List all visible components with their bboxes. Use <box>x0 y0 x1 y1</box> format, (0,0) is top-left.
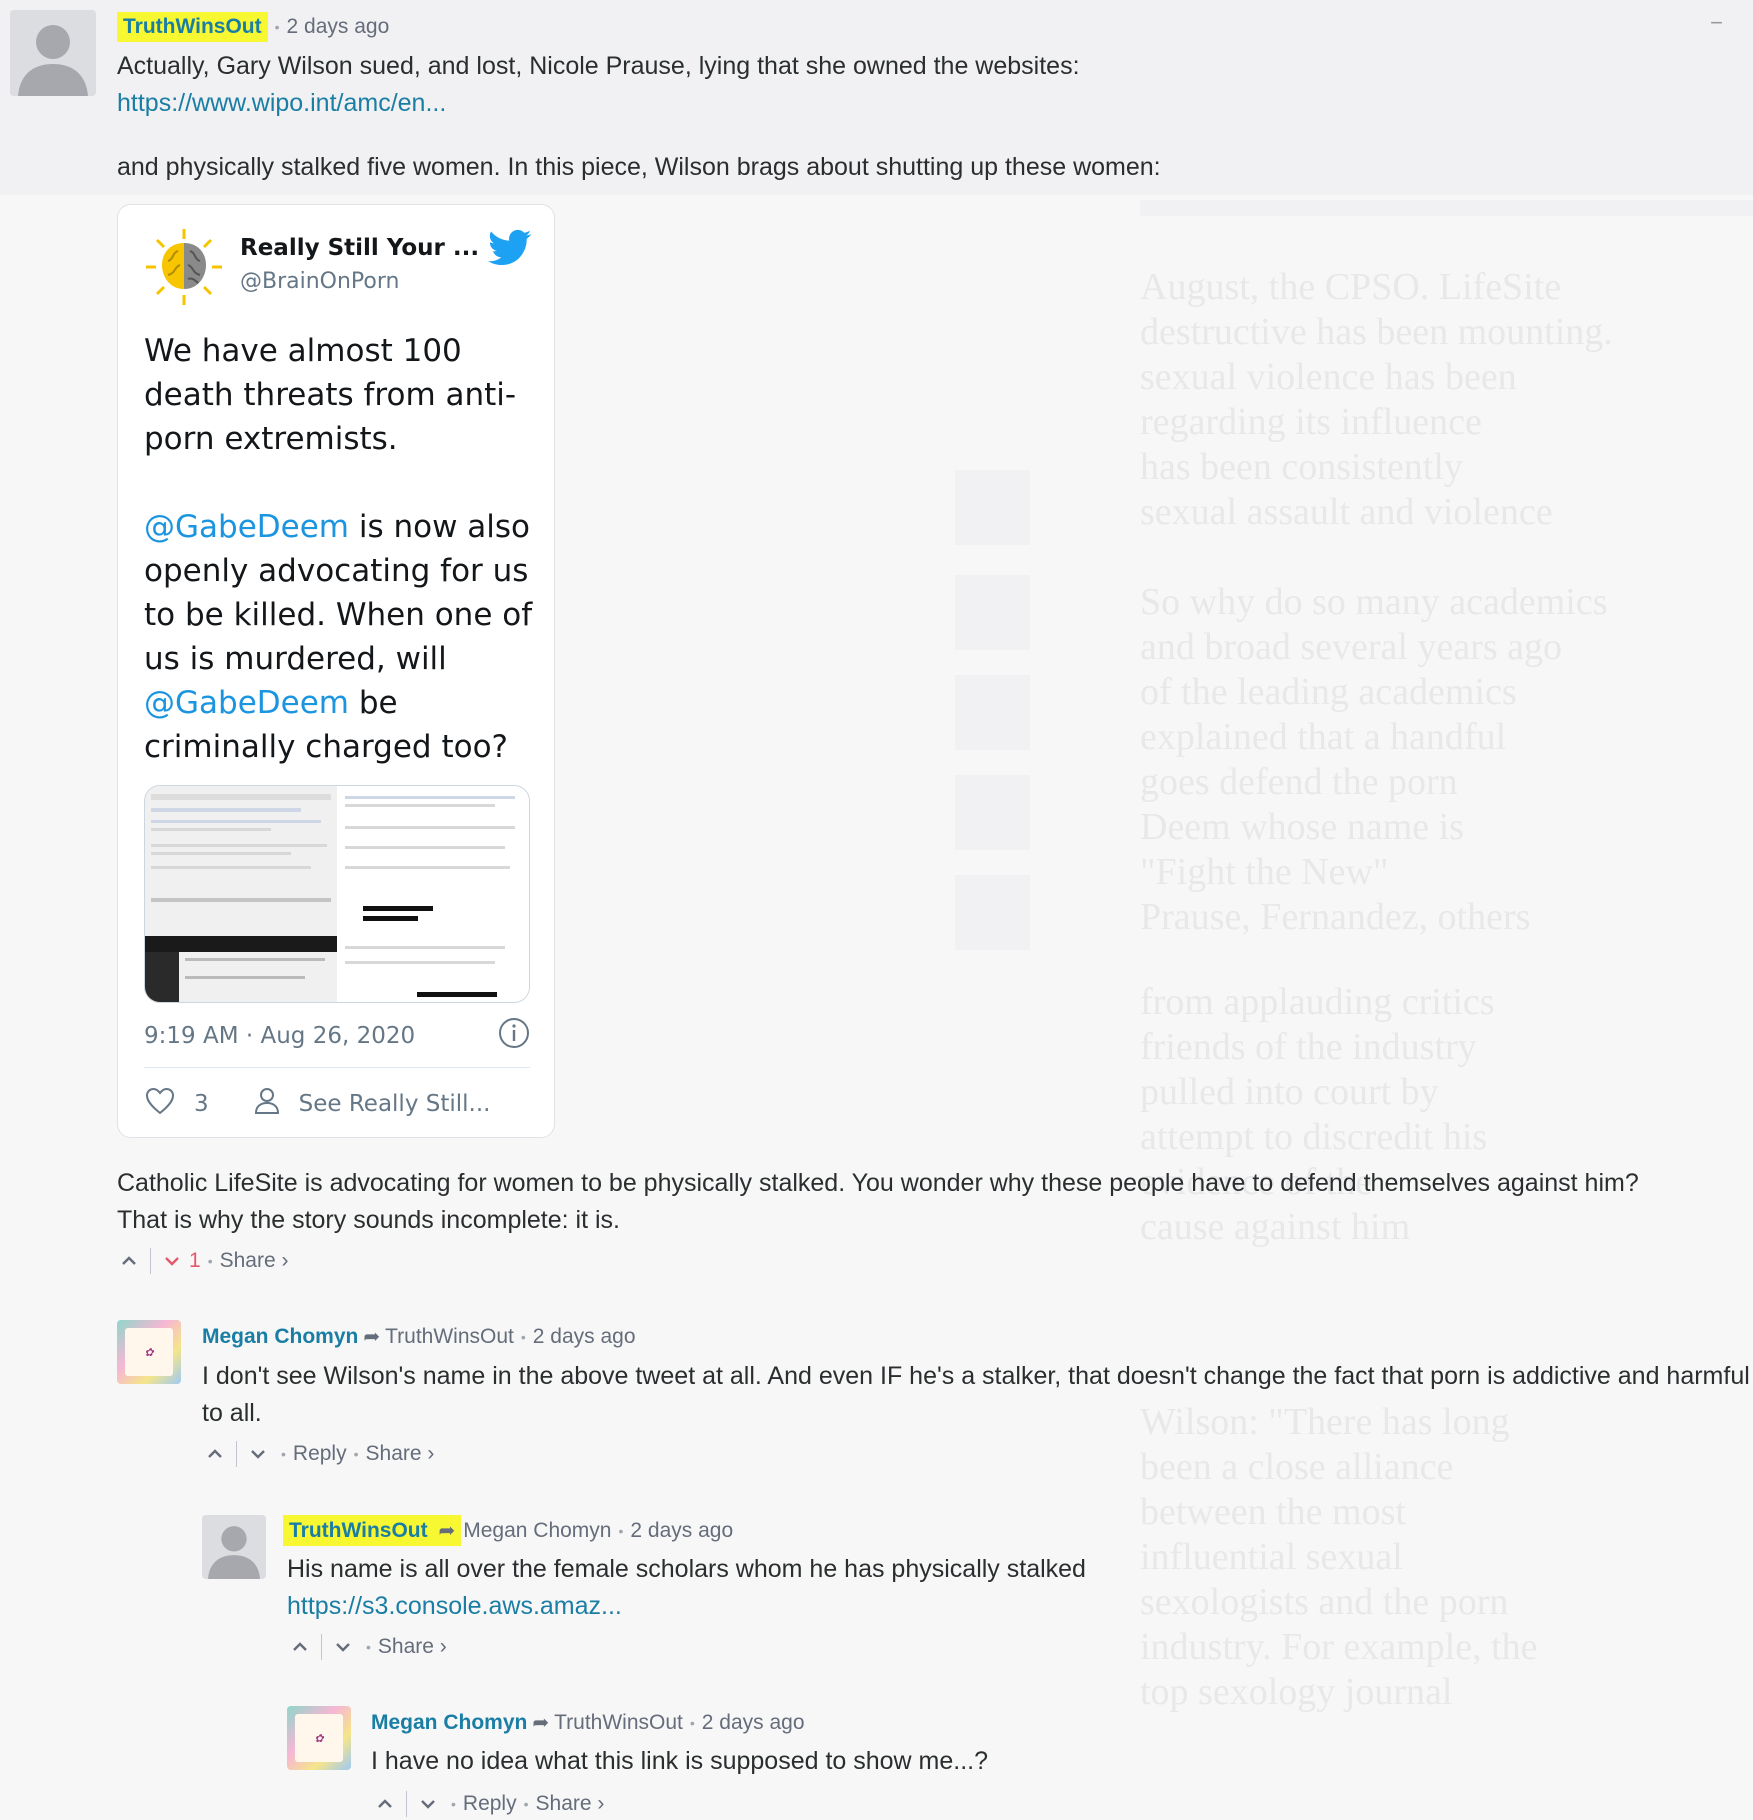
comment-link[interactable]: https://www.wipo.int/amc/en... <box>117 89 446 117</box>
separator-dot: • <box>520 1328 526 1345</box>
reply-arrow-icon: ➦ <box>532 1712 550 1734</box>
downvote-count: 1 <box>189 1249 201 1272</box>
reply-arrow-icon: ➦ <box>363 1326 381 1348</box>
separator-dot: • <box>207 1253 213 1269</box>
comment-meta: TruthWinsOut • 2 days ago <box>117 12 389 42</box>
comment-text: That is why the story sounds incomplete:… <box>117 1206 620 1234</box>
comment-text: I have no idea what this link is suppose… <box>371 1747 989 1775</box>
comment-text: Catholic LifeSite is advocating for wome… <box>117 1169 1639 1197</box>
like-count: 3 <box>194 1091 209 1117</box>
comment-meta: Megan Chomyn ➦ TruthWinsOut • 2 days ago <box>202 1324 636 1349</box>
downvote-chevron-icon[interactable] <box>419 1795 437 1813</box>
tweet-timestamp[interactable]: 9:19 AM · Aug 26, 2020 <box>144 1023 415 1049</box>
author-name[interactable]: Megan Chomyn <box>202 1325 358 1349</box>
tweet-mention[interactable]: @GabeDeem <box>144 509 349 545</box>
downvote-chevron-icon[interactable] <box>334 1638 352 1656</box>
reply-arrow-icon: ➦ <box>438 1520 456 1542</box>
brain-logo-icon[interactable] <box>144 227 224 307</box>
vote-separator <box>150 1248 151 1274</box>
comment-text: I don't see Wilson's name in the above t… <box>202 1362 1750 1427</box>
separator-dot: • <box>353 1446 359 1462</box>
tweet-mention[interactable]: @GabeDeem <box>144 685 349 721</box>
reply-to-name[interactable]: TruthWinsOut <box>385 1325 514 1349</box>
separator-dot: • <box>618 1522 624 1539</box>
comment-actions: • Reply • Share › <box>376 1791 604 1817</box>
megan-avatar-icon[interactable]: ✿ <box>117 1320 181 1384</box>
user-silhouette-icon <box>10 10 96 96</box>
separator-dot: • <box>689 1714 695 1731</box>
comment-body: Catholic LifeSite is advocating for wome… <box>117 1165 1747 1239</box>
timestamp[interactable]: 2 days ago <box>630 1519 733 1543</box>
vote-separator <box>406 1791 407 1817</box>
see-more-link[interactable]: See Really Still... <box>299 1091 491 1117</box>
comment-actions: • Reply • Share › <box>206 1441 434 1467</box>
comment-meta: Megan Chomyn ➦ TruthWinsOut • 2 days ago <box>371 1710 805 1735</box>
comment-link[interactable]: https://s3.console.aws.amaz... <box>287 1592 622 1620</box>
separator-dot: • <box>451 1796 456 1812</box>
upvote-chevron-icon[interactable] <box>206 1445 224 1463</box>
reply-to-name[interactable]: TruthWinsOut <box>554 1711 683 1735</box>
info-icon[interactable] <box>498 1017 530 1049</box>
author-highlight: TruthWinsOut ➦ <box>283 1515 462 1546</box>
separator-dot: • <box>274 19 280 35</box>
heart-icon[interactable] <box>144 1085 176 1123</box>
megan-avatar-icon[interactable]: ✿ <box>287 1706 351 1770</box>
share-button[interactable]: Share › <box>366 1442 435 1466</box>
author-name[interactable]: TruthWinsOut <box>289 1519 428 1542</box>
comment-text: His name is all over the female scholars… <box>287 1555 1086 1583</box>
collapse-button[interactable]: − <box>1710 10 1723 36</box>
upvote-chevron-icon[interactable] <box>120 1252 138 1270</box>
tweet-text-line: We have almost 100 death threats from an… <box>144 333 517 457</box>
comment-text: and physically stalked five women. In th… <box>117 153 1161 181</box>
tweet-divider <box>144 1067 530 1068</box>
share-button[interactable]: Share › <box>536 1792 605 1816</box>
share-button[interactable]: Share › <box>220 1249 289 1273</box>
author-name[interactable]: TruthWinsOut <box>123 15 262 38</box>
timestamp[interactable]: 2 days ago <box>533 1325 636 1349</box>
comment-actions: 1 • Share › <box>120 1248 288 1274</box>
comment-body: His name is all over the female scholars… <box>287 1551 1687 1625</box>
downvote-chevron-icon[interactable] <box>249 1445 267 1463</box>
comment-body: Actually, Gary Wilson sued, and lost, Ni… <box>117 48 1717 122</box>
embedded-tweet[interactable]: Really Still Your ... @BrainOnPorn We ha… <box>117 204 555 1138</box>
tweet-author-name[interactable]: Really Still Your ... <box>240 235 479 261</box>
author-name[interactable]: Megan Chomyn <box>371 1711 527 1735</box>
tweet-media-screenshot[interactable] <box>144 785 530 1003</box>
share-button[interactable]: Share › <box>378 1635 447 1659</box>
comment-meta: TruthWinsOut ➦ Megan Chomyn • 2 days ago <box>283 1515 733 1546</box>
upvote-chevron-icon[interactable] <box>376 1795 394 1813</box>
avatar[interactable] <box>10 10 96 96</box>
downvote-chevron-icon[interactable] <box>163 1252 181 1270</box>
user-silhouette-icon <box>202 1515 266 1579</box>
twitter-bird-icon[interactable] <box>488 229 532 267</box>
upvote-chevron-icon[interactable] <box>291 1638 309 1656</box>
reply-to-name[interactable]: Megan Chomyn <box>463 1519 611 1543</box>
separator-dot: • <box>366 1639 371 1655</box>
avatar[interactable] <box>202 1515 266 1579</box>
timestamp[interactable]: 2 days ago <box>287 15 390 39</box>
person-icon[interactable] <box>251 1085 283 1123</box>
reply-button[interactable]: Reply <box>463 1792 517 1816</box>
timestamp[interactable]: 2 days ago <box>702 1711 805 1735</box>
separator-dot: • <box>281 1446 286 1462</box>
separator-dot: • <box>523 1796 529 1812</box>
vote-separator <box>321 1634 322 1660</box>
author-highlight: TruthWinsOut <box>117 12 268 42</box>
comment-text: Actually, Gary Wilson sued, and lost, Ni… <box>117 52 1080 80</box>
tweet-footer: 3 See Really Still... <box>144 1085 490 1123</box>
comment-actions: • Share › <box>291 1634 447 1660</box>
vote-separator <box>236 1441 237 1467</box>
tweet-handle[interactable]: @BrainOnPorn <box>240 269 399 294</box>
tweet-text: We have almost 100 death threats from an… <box>144 329 534 769</box>
reply-button[interactable]: Reply <box>293 1442 347 1466</box>
